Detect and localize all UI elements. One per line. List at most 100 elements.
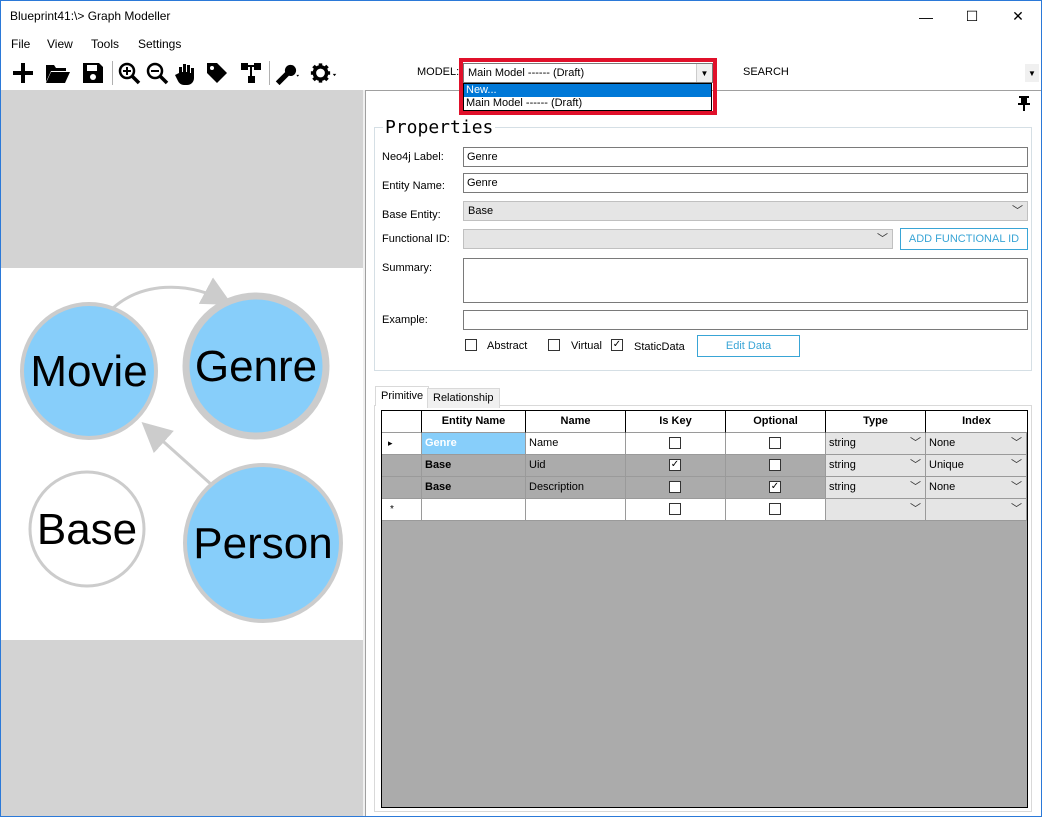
- edit-data-button[interactable]: Edit Data: [697, 335, 800, 357]
- neo4j-label-input[interactable]: Genre: [463, 147, 1028, 167]
- is-key-checkbox[interactable]: [669, 481, 681, 493]
- grid-header-entity-name[interactable]: Entity Name: [422, 411, 526, 433]
- save-icon[interactable]: [79, 59, 107, 87]
- grid-cell-name[interactable]: Description: [526, 477, 626, 499]
- row-header-current[interactable]: ▸: [382, 433, 422, 455]
- is-key-checkbox[interactable]: ✓: [669, 459, 681, 471]
- open-folder-icon[interactable]: [44, 59, 72, 87]
- tag-icon[interactable]: [203, 59, 231, 87]
- grid-cell-type[interactable]: string ﹀: [826, 455, 926, 477]
- grid-header-is-key[interactable]: Is Key: [626, 411, 726, 433]
- menu-bar: File View Tools Settings: [1, 33, 1041, 55]
- chevron-down-icon: ﹀: [910, 459, 921, 471]
- grid-cell-name-new[interactable]: [526, 499, 626, 521]
- neo4j-label-label: Neo4j Label:: [382, 151, 444, 163]
- tab-relationship[interactable]: Relationship: [427, 388, 500, 408]
- pin-icon[interactable]: [1016, 95, 1032, 114]
- graph-node-movie[interactable]: Movie: [20, 302, 158, 440]
- grid-cell-optional[interactable]: [726, 455, 826, 477]
- grid-cell-optional[interactable]: ✓: [726, 477, 826, 499]
- summary-input[interactable]: [463, 258, 1028, 303]
- chevron-down-icon: ﹀: [1011, 459, 1022, 471]
- pan-hand-icon[interactable]: [172, 59, 200, 87]
- graph-panel[interactable]: Movie Genre Base Person: [1, 90, 363, 816]
- dropdown-arrow-icon[interactable]: ▼: [696, 64, 712, 82]
- staticdata-label: StaticData: [634, 341, 685, 353]
- grid-cell-is-key[interactable]: [626, 433, 726, 455]
- grid-cell-entity[interactable]: Genre: [422, 433, 526, 455]
- add-functional-id-button[interactable]: ADD FUNCTIONAL ID: [900, 228, 1028, 250]
- menu-tools[interactable]: Tools: [91, 37, 119, 51]
- row-header-new[interactable]: *: [382, 499, 422, 521]
- is-key-checkbox[interactable]: [669, 503, 681, 515]
- example-input[interactable]: [463, 310, 1028, 330]
- staticdata-checkbox[interactable]: ✓: [611, 339, 623, 351]
- model-select[interactable]: Main Model ------ (Draft) ▼: [463, 63, 713, 83]
- grid-cell-type[interactable]: string ﹀: [826, 477, 926, 499]
- model-option-main[interactable]: Main Model ------ (Draft): [464, 97, 711, 110]
- grid-header-type[interactable]: Type: [826, 411, 926, 433]
- grid-header-name[interactable]: Name: [526, 411, 626, 433]
- graph-node-base[interactable]: Base: [28, 470, 146, 588]
- gear-icon[interactable]: [310, 59, 338, 87]
- chevron-down-icon: ﹀: [910, 437, 921, 449]
- grid-cell-is-key[interactable]: ✓: [626, 455, 726, 477]
- add-icon[interactable]: [9, 59, 37, 87]
- base-entity-select[interactable]: Base ﹀: [463, 201, 1028, 221]
- row-header[interactable]: [382, 455, 422, 477]
- menu-view[interactable]: View: [47, 37, 73, 51]
- grid-cell-name[interactable]: Uid: [526, 455, 626, 477]
- search-dropdown-arrow-icon[interactable]: ▼: [1025, 64, 1039, 82]
- grid-cell-index[interactable]: None ﹀: [926, 433, 1027, 455]
- graph-node-genre[interactable]: Genre: [182, 292, 330, 440]
- grid-cell-index[interactable]: None ﹀: [926, 477, 1027, 499]
- grid-cell-index[interactable]: Unique ﹀: [926, 455, 1027, 477]
- optional-checkbox[interactable]: ✓: [769, 481, 781, 493]
- is-key-checkbox[interactable]: [669, 437, 681, 449]
- grid-cell-index-new[interactable]: ﹀: [926, 499, 1027, 521]
- maximize-button[interactable]: ☐: [949, 1, 995, 32]
- functional-id-select[interactable]: ﹀: [463, 229, 893, 249]
- graph-node-person[interactable]: Person: [183, 463, 343, 623]
- model-option-new[interactable]: New...: [464, 84, 711, 97]
- grid-cell-is-key[interactable]: [626, 477, 726, 499]
- row-header[interactable]: [382, 477, 422, 499]
- optional-checkbox[interactable]: [769, 437, 781, 449]
- grid-cell-optional-new[interactable]: [726, 499, 826, 521]
- optional-checkbox[interactable]: [769, 459, 781, 471]
- toolbar-separator: [112, 61, 113, 85]
- grid-corner: [382, 411, 422, 433]
- grid-header-optional[interactable]: Optional: [726, 411, 826, 433]
- example-label: Example:: [382, 314, 428, 326]
- menu-settings[interactable]: Settings: [138, 37, 181, 51]
- wrench-icon[interactable]: [273, 59, 301, 87]
- graph-canvas[interactable]: Movie Genre Base Person: [1, 268, 363, 640]
- zoom-in-icon[interactable]: [115, 59, 143, 87]
- zoom-out-icon[interactable]: [143, 59, 171, 87]
- search-label[interactable]: SEARCH: [743, 66, 789, 78]
- tree-icon[interactable]: [237, 59, 265, 87]
- grid-cell-entity[interactable]: Base: [422, 477, 526, 499]
- virtual-checkbox[interactable]: [548, 339, 560, 351]
- minimize-button[interactable]: —: [903, 1, 949, 32]
- grid-cell-type-new[interactable]: ﹀: [826, 499, 926, 521]
- grid-header-index[interactable]: Index: [926, 411, 1027, 433]
- tab-primitive[interactable]: Primitive: [375, 386, 430, 406]
- grid-cell-is-key-new[interactable]: [626, 499, 726, 521]
- maximize-icon: ☐: [965, 8, 979, 24]
- close-button[interactable]: ✕: [995, 1, 1041, 32]
- minimize-icon: —: [919, 8, 933, 25]
- grid-cell-entity-new[interactable]: [422, 499, 526, 521]
- chevron-down-icon: ﹀: [1012, 205, 1023, 217]
- model-dropdown-list[interactable]: New... Main Model ------ (Draft): [463, 83, 712, 111]
- abstract-checkbox[interactable]: [465, 339, 477, 351]
- grid-cell-optional[interactable]: [726, 433, 826, 455]
- optional-checkbox[interactable]: [769, 503, 781, 515]
- primitive-grid[interactable]: Entity Name Name Is Key Optional Type In…: [381, 410, 1028, 808]
- menu-file[interactable]: File: [11, 37, 30, 51]
- grid-cell-name[interactable]: Name: [526, 433, 626, 455]
- grid-cell-entity[interactable]: Base: [422, 455, 526, 477]
- entity-name-input[interactable]: Genre: [463, 173, 1028, 193]
- grid-cell-type[interactable]: string ﹀: [826, 433, 926, 455]
- properties-panel: Properties Neo4j Label: Genre Entity Nam…: [365, 90, 1041, 816]
